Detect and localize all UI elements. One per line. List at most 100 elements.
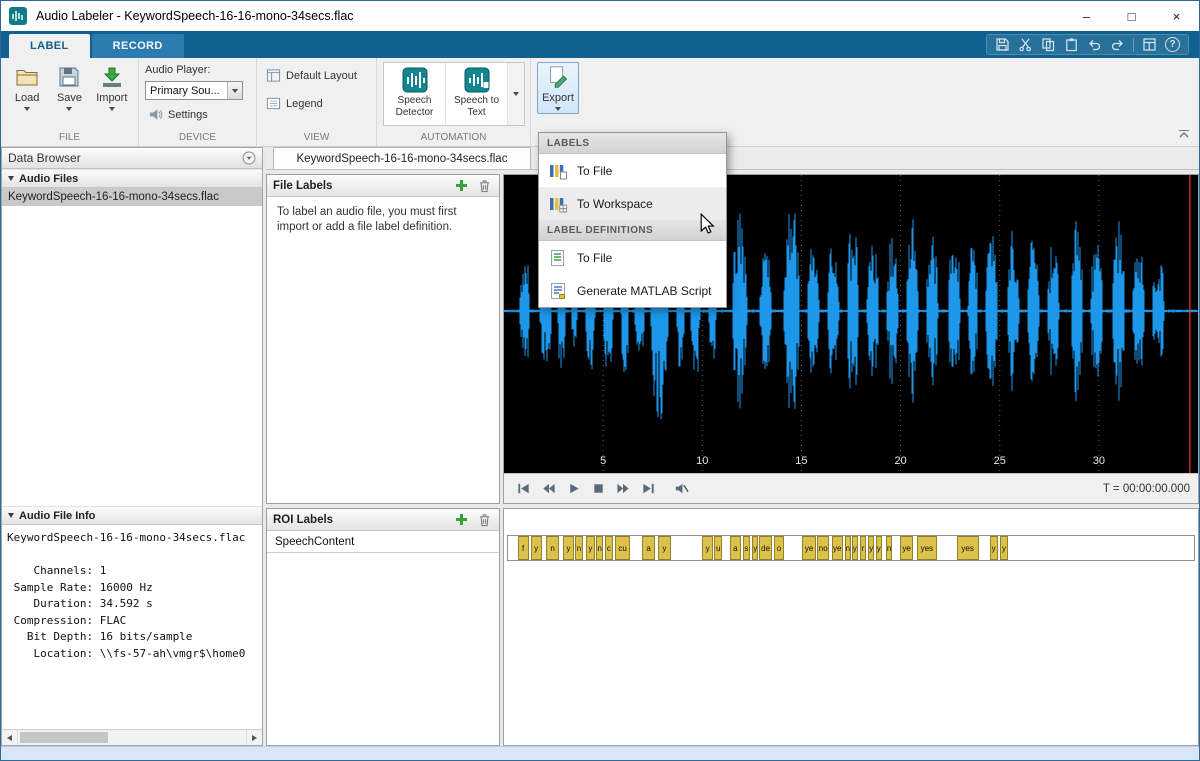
roi-segment[interactable]: f <box>518 536 529 560</box>
load-button[interactable]: Load <box>7 62 47 111</box>
document-tab[interactable]: KeywordSpeech-16-16-mono-34secs.flac <box>273 147 531 169</box>
delete-roi-label-button[interactable] <box>475 511 493 529</box>
speech-detector-icon <box>402 67 428 93</box>
roi-segment[interactable]: y <box>1000 536 1008 560</box>
roi-segment[interactable]: ye <box>900 536 914 560</box>
redo-icon[interactable] <box>1110 37 1125 52</box>
roi-strip[interactable]: fynynynccuayyuasydeoyenoyenyryynyeyesyes… <box>507 535 1195 561</box>
speaker-icon <box>148 107 163 122</box>
copy-icon[interactable] <box>1041 37 1056 52</box>
roi-segment[interactable]: c <box>605 536 613 560</box>
menu-item-definitions-to-file[interactable]: To File <box>539 241 726 274</box>
roi-segment[interactable]: n <box>845 536 851 560</box>
scrollbar-track[interactable] <box>18 730 246 745</box>
roi-segment[interactable]: o <box>774 536 784 560</box>
roi-segment[interactable]: r <box>860 536 866 560</box>
save-button[interactable]: Save <box>49 62 89 111</box>
audio-file-info-header[interactable]: Audio File Info <box>2 506 262 525</box>
default-layout-button[interactable]: Default Layout <box>263 66 360 85</box>
tab-record[interactable]: RECORD <box>92 34 184 58</box>
add-file-label-button[interactable] <box>452 177 470 195</box>
triangle-left-icon <box>7 735 12 741</box>
export-button[interactable]: Export <box>537 62 579 114</box>
roi-segment[interactable]: no <box>817 536 829 560</box>
scrollbar-thumb[interactable] <box>20 732 108 743</box>
audio-player-select[interactable]: Primary Sou... <box>145 81 243 100</box>
roi-segment[interactable]: y <box>852 536 858 560</box>
roi-segment[interactable]: ye <box>832 536 843 560</box>
combo-dropdown-button[interactable] <box>227 82 242 99</box>
roi-segment[interactable]: y <box>702 536 713 560</box>
roi-label-list-item[interactable]: SpeechContent <box>267 531 499 553</box>
roi-segment[interactable]: y <box>990 536 998 560</box>
save-icon[interactable] <box>995 37 1010 52</box>
fast-forward-button[interactable] <box>612 479 634 499</box>
scroll-left-button[interactable] <box>2 730 18 745</box>
default-layout-label: Default Layout <box>286 70 357 82</box>
help-icon[interactable]: ? <box>1165 37 1180 52</box>
roi-segment[interactable]: cu <box>615 536 630 560</box>
roi-segment[interactable]: yes <box>917 536 937 560</box>
audio-files-header[interactable]: Audio Files <box>2 169 262 188</box>
tab-label[interactable]: LABEL <box>9 34 90 58</box>
roi-segment[interactable]: y <box>868 536 874 560</box>
audio-file-info-title: Audio File Info <box>19 510 95 522</box>
window-layout-icon[interactable] <box>1142 37 1157 52</box>
panel-menu-icon[interactable] <box>242 151 256 165</box>
cut-icon[interactable] <box>1018 37 1033 52</box>
roi-segment[interactable]: u <box>714 536 722 560</box>
import-button[interactable]: Import <box>92 62 132 111</box>
roi-segment[interactable]: yes <box>957 536 979 560</box>
menu-item-labels-to-file[interactable]: To File <box>539 154 726 187</box>
settings-label: Settings <box>168 109 208 121</box>
roi-segment[interactable]: y <box>658 536 672 560</box>
scroll-right-button[interactable] <box>246 730 262 745</box>
minimize-button[interactable]: – <box>1064 1 1109 31</box>
roi-segment[interactable]: y <box>752 536 758 560</box>
roi-segment[interactable]: y <box>531 536 542 560</box>
menu-section-header-labels: LABELS <box>539 133 726 154</box>
title-bar: Audio Labeler - KeywordSpeech-16-16-mono… <box>1 1 1199 31</box>
skip-to-end-button[interactable] <box>637 479 659 499</box>
undo-icon[interactable] <box>1087 37 1102 52</box>
speech-to-text-label: Speech to Text <box>446 95 507 118</box>
play-button[interactable] <box>562 479 584 499</box>
skip-to-start-button[interactable] <box>512 479 534 499</box>
roi-segment[interactable]: ye <box>802 536 816 560</box>
roi-segment[interactable]: n <box>886 536 892 560</box>
audio-file-list-item[interactable]: KeywordSpeech-16-16-mono-34secs.flac <box>2 188 262 206</box>
roi-segment[interactable]: a <box>642 536 654 560</box>
collapse-ribbon-button[interactable] <box>1175 127 1193 141</box>
legend-label: Legend <box>286 98 323 110</box>
chevron-up-icon <box>1178 129 1190 139</box>
speech-detector-button[interactable]: Speech Detector <box>384 63 446 125</box>
settings-button[interactable]: Settings <box>145 105 243 124</box>
roi-segment[interactable]: n <box>596 536 602 560</box>
load-label: Load <box>15 92 39 104</box>
gallery-dropdown-button[interactable] <box>508 63 524 125</box>
svg-text:30: 30 <box>1093 455 1105 467</box>
roi-segment[interactable]: n <box>546 536 560 560</box>
roi-segment[interactable]: s <box>743 536 751 560</box>
roi-segment[interactable]: a <box>730 536 740 560</box>
rewind-button[interactable] <box>537 479 559 499</box>
roi-track-panel: fynynynccuayyuasydeoyenoyenyryynyeyesyes… <box>503 508 1199 746</box>
roi-segment[interactable]: de <box>759 536 772 560</box>
menu-item-generate-matlab-script[interactable]: Generate MATLAB Script <box>539 274 726 307</box>
roi-segment[interactable]: n <box>575 536 584 560</box>
add-roi-label-button[interactable] <box>452 511 470 529</box>
roi-segment[interactable]: y <box>586 536 596 560</box>
menu-item-labels-to-workspace[interactable]: To Workspace <box>539 187 726 220</box>
speech-to-text-button[interactable]: Speech to Text <box>446 63 508 125</box>
plus-icon <box>455 513 468 526</box>
close-button[interactable]: × <box>1154 1 1199 31</box>
paste-icon[interactable] <box>1064 37 1079 52</box>
delete-file-label-button[interactable] <box>475 177 493 195</box>
horizontal-scrollbar[interactable] <box>2 729 262 745</box>
roi-segment[interactable]: y <box>563 536 574 560</box>
maximize-button[interactable]: □ <box>1109 1 1154 31</box>
mute-button[interactable] <box>670 479 692 499</box>
roi-segment[interactable]: y <box>876 536 882 560</box>
legend-button[interactable]: Legend <box>263 94 360 113</box>
stop-button[interactable] <box>587 479 609 499</box>
